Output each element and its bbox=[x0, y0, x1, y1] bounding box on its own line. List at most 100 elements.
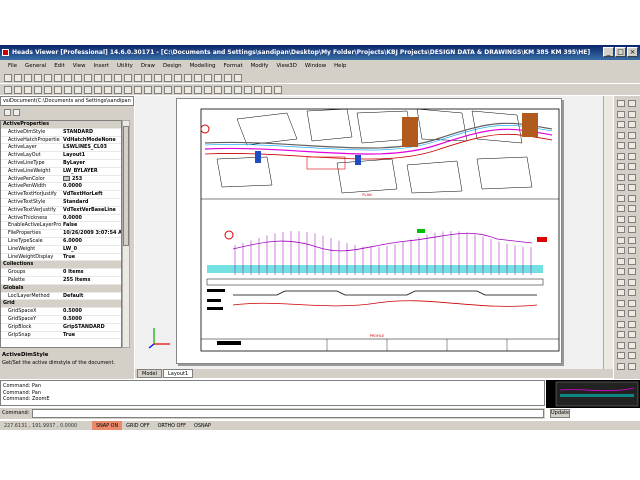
property-row[interactable]: ActivePenWidth 0.0000 bbox=[1, 183, 121, 192]
property-row[interactable]: FileProperties 10/26/2009 3:07:54 AM bbox=[1, 230, 121, 238]
modify-tool-icon[interactable] bbox=[617, 163, 625, 170]
draw-tool-icon[interactable] bbox=[74, 86, 82, 94]
modify-tool-icon[interactable] bbox=[628, 110, 636, 118]
menu-draw[interactable]: Draw bbox=[137, 60, 159, 72]
property-row[interactable]: ActiveLayer LSWLINES_CL03 bbox=[1, 144, 121, 153]
title-bar[interactable]: Heads Viewer [Professional] 14.6.0.30171… bbox=[0, 45, 640, 60]
standard-tool-icon[interactable] bbox=[234, 74, 242, 82]
modify-tool-icon[interactable] bbox=[628, 226, 636, 233]
property-value[interactable]: 0 Items bbox=[63, 269, 121, 277]
modify-tool-icon[interactable] bbox=[617, 299, 625, 307]
modify-tool-icon[interactable] bbox=[617, 121, 625, 128]
property-row[interactable]: Palette 255 Items bbox=[1, 277, 121, 285]
draw-tool-icon[interactable] bbox=[244, 86, 252, 94]
property-row[interactable]: EnableActiveLayerPro False bbox=[1, 222, 121, 231]
property-value[interactable]: Default bbox=[63, 293, 121, 301]
standard-tool-icon[interactable] bbox=[14, 74, 22, 82]
property-row[interactable]: ActiveDimStyle STANDARD bbox=[1, 129, 121, 137]
modify-tool-icon[interactable] bbox=[617, 320, 625, 328]
menu-view[interactable]: View bbox=[69, 60, 90, 72]
property-row[interactable]: LoclLayerMethod Default bbox=[1, 293, 121, 301]
modify-tool-icon[interactable] bbox=[628, 268, 636, 275]
property-row[interactable]: GridSpaceX 0.5000 bbox=[1, 308, 121, 316]
modify-tool-icon[interactable] bbox=[628, 100, 636, 107]
draw-tool-icon[interactable] bbox=[94, 86, 102, 94]
standard-tool-icon[interactable] bbox=[34, 74, 42, 82]
menu-design[interactable]: Design bbox=[159, 60, 186, 72]
property-row[interactable]: GripSnap True bbox=[1, 332, 121, 340]
tab-layout1[interactable]: Layout1 bbox=[163, 369, 194, 378]
modify-tool-icon[interactable] bbox=[617, 278, 625, 286]
modify-tool-icon[interactable] bbox=[617, 152, 625, 160]
modify-tool-icon[interactable] bbox=[617, 268, 625, 275]
property-value[interactable]: True bbox=[63, 254, 121, 262]
modify-tool-icon[interactable] bbox=[628, 163, 636, 170]
modify-tool-icon[interactable] bbox=[628, 194, 636, 202]
property-row[interactable]: ActiveTextStyle Standard bbox=[1, 199, 121, 207]
property-row[interactable]: GridSpaceY 0.5000 bbox=[1, 316, 121, 324]
modify-tool-icon[interactable] bbox=[628, 184, 636, 191]
standard-tool-icon[interactable] bbox=[104, 74, 112, 82]
standard-tool-icon[interactable] bbox=[174, 74, 182, 82]
modify-tool-icon[interactable] bbox=[617, 331, 625, 338]
modify-tool-icon[interactable] bbox=[628, 289, 636, 296]
standard-tool-icon[interactable] bbox=[204, 74, 212, 82]
standard-tool-icon[interactable] bbox=[74, 74, 82, 82]
modify-tool-icon[interactable] bbox=[617, 226, 625, 233]
property-section[interactable]: Grid bbox=[1, 300, 121, 309]
modify-tool-icon[interactable] bbox=[628, 310, 636, 317]
property-value[interactable]: Standard bbox=[63, 199, 121, 207]
categorized-icon[interactable] bbox=[4, 109, 11, 116]
property-section[interactable]: Globals bbox=[1, 284, 121, 293]
osnap-toggle[interactable]: OSNAP bbox=[190, 421, 215, 431]
property-row[interactable]: LineWeightDisplay True bbox=[1, 254, 121, 262]
standard-tool-icon[interactable] bbox=[54, 74, 62, 82]
modify-tool-icon[interactable] bbox=[628, 362, 636, 370]
draw-tool-icon[interactable] bbox=[104, 86, 112, 94]
draw-tool-icon[interactable] bbox=[264, 86, 272, 94]
menu-insert[interactable]: Insert bbox=[90, 60, 113, 72]
menu-window[interactable]: Window bbox=[301, 60, 330, 72]
standard-tool-icon[interactable] bbox=[134, 74, 142, 82]
standard-tool-icon[interactable] bbox=[214, 74, 222, 82]
draw-tool-icon[interactable] bbox=[234, 86, 242, 94]
modify-tool-icon[interactable] bbox=[617, 352, 625, 359]
modify-tool-icon[interactable] bbox=[617, 215, 625, 223]
property-scroll-thumb[interactable] bbox=[123, 126, 129, 246]
standard-tool-icon[interactable] bbox=[4, 74, 12, 82]
menu-modelling[interactable]: Modelling bbox=[186, 60, 220, 72]
property-value[interactable]: GripSTANDARD bbox=[63, 324, 121, 332]
property-value[interactable]: 0.5000 bbox=[63, 316, 121, 324]
modify-tool-icon[interactable] bbox=[617, 205, 625, 212]
modify-tool-icon[interactable] bbox=[628, 257, 636, 265]
menu-utility[interactable]: Utility bbox=[113, 60, 137, 72]
draw-tool-icon[interactable] bbox=[224, 86, 232, 94]
modify-tool-icon[interactable] bbox=[617, 362, 625, 370]
menu-help[interactable]: Help bbox=[330, 60, 350, 72]
standard-tool-icon[interactable] bbox=[194, 74, 202, 82]
modify-tool-icon[interactable] bbox=[628, 236, 636, 244]
property-value[interactable]: 0.0000 bbox=[63, 183, 121, 191]
property-row[interactable]: ActiveLayOut Layout1 bbox=[1, 152, 121, 160]
draw-tool-icon[interactable] bbox=[274, 86, 282, 94]
draw-tool-icon[interactable] bbox=[24, 86, 32, 94]
property-row[interactable]: ActivePenColor 253 bbox=[1, 175, 121, 184]
menu-file[interactable]: File bbox=[4, 60, 21, 72]
property-row[interactable]: ActiveLineWeight LW_BYLAYER bbox=[1, 168, 121, 176]
property-row[interactable]: ActiveThickness 0.0000 bbox=[1, 215, 121, 223]
menu-modify[interactable]: Modify bbox=[247, 60, 273, 72]
modify-tool-icon[interactable] bbox=[628, 331, 636, 338]
menu-edit[interactable]: Edit bbox=[50, 60, 68, 72]
draw-tool-icon[interactable] bbox=[184, 86, 192, 94]
property-grid[interactable]: ActiveProperties ActiveDimStyle STANDARD Ac… bbox=[0, 120, 122, 348]
modify-tool-icon[interactable] bbox=[628, 247, 636, 254]
draw-tool-icon[interactable] bbox=[194, 86, 202, 94]
property-row[interactable]: GripBlock GripSTANDARD bbox=[1, 324, 121, 332]
aerial-view[interactable] bbox=[546, 380, 640, 408]
draw-tool-icon[interactable] bbox=[44, 86, 52, 94]
modify-tool-icon[interactable] bbox=[628, 142, 636, 149]
standard-tool-icon[interactable] bbox=[94, 74, 102, 82]
property-value[interactable]: VdHatchModeNone bbox=[63, 137, 121, 145]
grid-toggle[interactable]: GRID OFF bbox=[122, 421, 153, 431]
modify-tool-icon[interactable] bbox=[617, 131, 625, 139]
